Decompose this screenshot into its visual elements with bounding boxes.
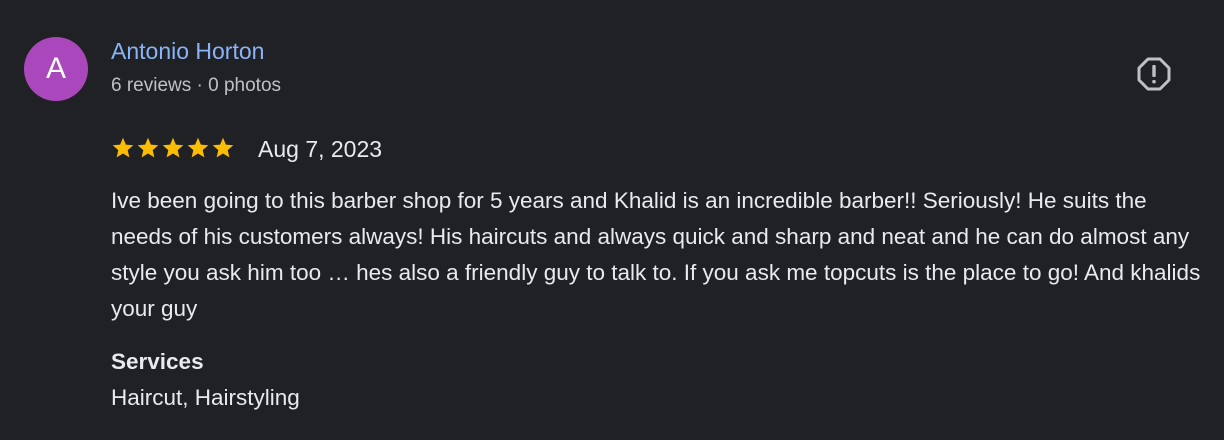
star-rating — [111, 136, 235, 162]
avatar[interactable]: A — [24, 37, 88, 101]
services-heading: Services — [111, 349, 204, 374]
report-review-button[interactable] — [1136, 56, 1172, 92]
author-meta: 6 reviews · 0 photos — [111, 75, 282, 96]
star-icon — [112, 137, 134, 158]
services-value: Haircut, Hairstyling — [111, 385, 300, 410]
star-icon — [212, 137, 234, 158]
review-text: Ive been going to this barber shop for 5… — [111, 188, 1201, 321]
author-name[interactable]: Antonio Horton — [111, 38, 264, 65]
star-icon — [162, 137, 184, 158]
report-flag-icon — [1137, 57, 1171, 91]
review-date: Aug 7, 2023 — [258, 136, 383, 162]
star-icon — [187, 137, 209, 158]
star-icon — [137, 137, 159, 158]
